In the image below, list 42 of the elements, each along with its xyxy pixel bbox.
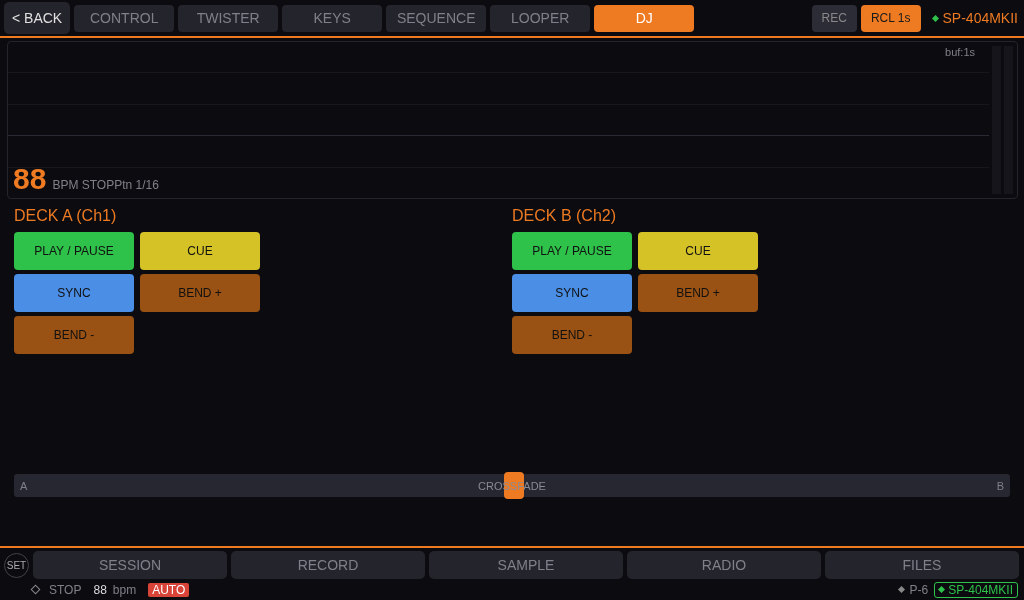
recall-button[interactable]: RCL 1s (860, 4, 921, 32)
deck-title: DECK A (Ch1) (14, 207, 118, 225)
settings-button[interactable]: SET (4, 552, 29, 578)
mode-badge: AUTO (148, 582, 190, 597)
transport-info: BPM STOPPtn 1/16 (52, 178, 159, 192)
section-tab[interactable]: RECORD (231, 551, 425, 579)
preset-icon (897, 585, 905, 594)
section-tab[interactable]: RADIO (627, 551, 821, 579)
bpm-status: 88 (93, 582, 107, 597)
tab[interactable]: KEYS (282, 4, 383, 32)
pad-button[interactable]: CUE (638, 232, 758, 270)
pad-button[interactable]: CUE (140, 232, 260, 270)
tab[interactable]: SEQUENCE (386, 4, 487, 32)
pad-button[interactable]: PLAY / PAUSE (512, 232, 632, 270)
tab[interactable]: LOOPER (490, 4, 591, 32)
crossfader-left-label: A (20, 479, 28, 492)
preset-label: P-6 (909, 582, 929, 597)
pad-button[interactable]: BEND + (638, 274, 758, 312)
device-name: SP-404MKII (942, 10, 1018, 26)
status-icon (30, 584, 41, 595)
tab[interactable]: TWISTER (178, 4, 279, 32)
pad-button[interactable]: BEND - (512, 316, 632, 354)
transport-status: STOP (49, 582, 82, 597)
section-tab[interactable]: SESSION (33, 551, 227, 579)
pad-button[interactable]: BEND + (140, 274, 260, 312)
connected-icon (931, 14, 939, 22)
pad-button[interactable]: SYNC (512, 274, 632, 312)
bpm-value: 88 (13, 162, 47, 196)
record-button[interactable]: REC (811, 4, 857, 32)
tab[interactable]: DJ (594, 4, 695, 32)
buffer-label: buf:1s (945, 46, 975, 58)
pad-button[interactable]: BEND - (14, 316, 134, 354)
tab[interactable]: CONTROL (74, 4, 175, 32)
deck-title: DECK B (Ch2) (512, 207, 618, 225)
pad-button[interactable]: SYNC (14, 274, 134, 312)
device-status: SP-404MKII (934, 581, 1018, 598)
crossfader-right-label: B (996, 479, 1004, 492)
section-tab[interactable]: SAMPLE (429, 551, 623, 579)
section-tab[interactable]: FILES (825, 551, 1019, 579)
pad-button[interactable]: PLAY / PAUSE (14, 232, 134, 270)
back-button[interactable]: < BACK (4, 2, 71, 34)
bpm-unit: bpm (112, 582, 137, 597)
